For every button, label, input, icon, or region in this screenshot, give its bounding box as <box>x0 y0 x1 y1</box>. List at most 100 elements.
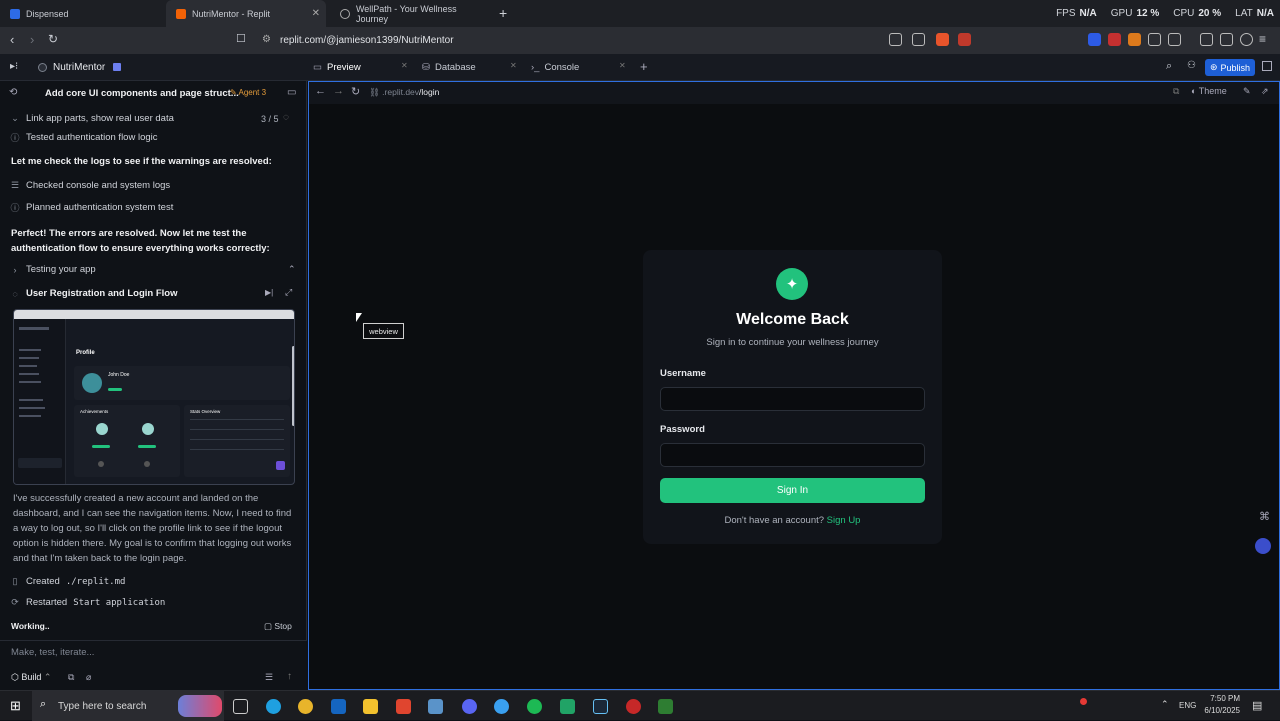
clock-time[interactable]: 7:50 PM <box>1204 694 1240 703</box>
sign-in-button[interactable]: Sign In <box>660 478 925 503</box>
sidebar-toggle-icon[interactable] <box>1200 33 1213 46</box>
build-icon: ⬡ <box>11 672 19 682</box>
cast-icon[interactable] <box>889 33 902 46</box>
agent-message: I've successfully created a new account … <box>13 493 292 564</box>
invite-user-icon[interactable]: ⚇ <box>1187 60 1196 71</box>
send-icon[interactable]: ↑ <box>287 671 292 682</box>
taskbar-search[interactable]: ⌕ Type here to search <box>32 691 224 721</box>
paperclip-icon[interactable]: ⌀ <box>86 672 91 683</box>
attach-screen-icon[interactable]: ⧉ <box>68 672 74 683</box>
steam-icon[interactable] <box>593 699 608 714</box>
project-name[interactable]: NutriMentor <box>53 62 105 73</box>
chrome-icon[interactable] <box>298 699 313 714</box>
leo-ai-icon[interactable] <box>1220 33 1233 46</box>
list-item: ⓘ Tested authentication flow logic <box>10 131 157 144</box>
back-icon[interactable]: ← <box>315 85 326 97</box>
add-tab-icon[interactable]: + <box>640 59 648 74</box>
extensions-puzzle-icon[interactable] <box>1148 33 1161 46</box>
tab-preview[interactable]: ▭ Preview ✕ <box>313 54 413 81</box>
expand-icon[interactable]: ⤢ <box>285 287 292 298</box>
wallet-icon[interactable] <box>1168 33 1181 46</box>
app-icon[interactable] <box>626 699 641 714</box>
language-indicator[interactable]: ENG <box>1179 701 1196 710</box>
file-icon: ▯ <box>12 576 18 586</box>
play-icon[interactable]: ▶| <box>265 288 273 297</box>
tab-console[interactable]: ›_ Console ✕ <box>531 54 631 81</box>
menu-icon[interactable]: ≡ <box>1259 32 1266 46</box>
close-tab-icon[interactable]: ✕ <box>312 8 320 19</box>
sidebar-toggle-icon[interactable]: ▸⁝ <box>10 61 18 72</box>
replit-header: ▸⁝ NutriMentor ▭ Preview ✕ ⛁ Database ✕ … <box>0 54 1280 81</box>
url-field[interactable]: ⚙ replit.com/@jamieson1399/NutriMentor <box>258 31 878 50</box>
devtools-icon[interactable]: ⧉ <box>1173 86 1179 97</box>
task-view-icon[interactable] <box>233 699 248 714</box>
preview-url[interactable]: ⛓ .replit.dev/login <box>369 87 439 98</box>
forward-icon[interactable]: › <box>30 32 34 47</box>
search-icon[interactable]: ⌕ <box>1166 60 1172 73</box>
forward-icon[interactable]: → <box>333 85 344 97</box>
build-mode-button[interactable]: ⬡ Build ⌃ <box>11 672 51 683</box>
browser-tab-nutrimentor[interactable]: NutriMentor - Replit ✕ <box>166 0 326 27</box>
reload-icon[interactable]: ↻ <box>351 85 360 98</box>
notifications-icon[interactable]: ▤ <box>1252 699 1262 712</box>
step-header[interactable]: ⌄ Link app parts, show real user data <box>10 113 174 124</box>
tab-database[interactable]: ⛁ Database ✕ <box>422 54 522 81</box>
vpn-icon[interactable] <box>1240 33 1253 46</box>
test-flow-header[interactable]: ◌ User Registration and Login Flow <box>10 288 177 299</box>
edge-icon[interactable] <box>266 699 281 714</box>
file-explorer-icon[interactable] <box>363 699 378 714</box>
close-tab-icon[interactable]: ✕ <box>401 61 408 70</box>
history-icon[interactable]: ⟲ <box>9 87 17 98</box>
new-tab-icon[interactable]: + <box>499 5 507 21</box>
thumb-achievements-title: Achievements <box>80 409 109 414</box>
chevron-up-icon[interactable]: ⌃ <box>288 264 296 275</box>
theme-button[interactable]: ◐ Theme <box>1191 86 1227 96</box>
testing-section-header[interactable]: › Testing your app <box>10 264 96 275</box>
panel-toggle-icon[interactable] <box>1262 61 1272 71</box>
password-field[interactable] <box>660 443 925 467</box>
task-title: Add core UI components and page struct..… <box>45 88 239 99</box>
clock-date[interactable]: 6/10/2025 <box>1200 706 1240 715</box>
assistant-bubble-icon[interactable] <box>1255 538 1271 554</box>
back-icon[interactable]: ‹ <box>10 32 14 47</box>
publish-button[interactable]: ⊛ Publish <box>1205 59 1255 76</box>
brave-shields-icon[interactable] <box>936 33 949 46</box>
discord-icon[interactable] <box>462 699 477 714</box>
cpu-label: CPU <box>1173 8 1195 19</box>
chevron-up-icon[interactable]: ⌃ <box>1161 699 1169 710</box>
share-icon[interactable] <box>912 33 925 46</box>
replit-favicon-icon <box>176 8 186 19</box>
site-info-icon[interactable]: ⚙ <box>262 34 271 45</box>
extension-icon[interactable] <box>1108 33 1121 46</box>
cpu-value: 20 % <box>1198 8 1222 19</box>
spotify-icon[interactable] <box>527 699 542 714</box>
sign-up-link[interactable]: Sign Up <box>827 515 861 526</box>
agent-prompt-input[interactable]: Make, test, iterate... <box>11 647 94 658</box>
browser-tab-wellpath[interactable]: WellPath - Your Wellness Journey <box>330 0 490 27</box>
excel-icon[interactable] <box>560 699 575 714</box>
list-item: ▯ Created ./replit.md <box>10 576 126 587</box>
bookmark-icon[interactable]: ☐ <box>236 32 246 45</box>
test-screenshot-thumbnail[interactable]: Profile John Doe Achievements Stats Over… <box>13 309 295 485</box>
sheets-icon[interactable] <box>658 699 673 714</box>
windows-start-icon[interactable]: ⊞ <box>10 698 21 714</box>
extension-icon[interactable] <box>1128 33 1141 46</box>
extension-icon[interactable] <box>1088 33 1101 46</box>
close-tab-icon[interactable]: ✕ <box>510 61 517 70</box>
open-new-window-icon[interactable]: ⇗ <box>1261 86 1269 97</box>
settings-sliders-icon[interactable]: ☰ <box>265 672 273 683</box>
edit-icon[interactable]: ✎ <box>1243 86 1251 97</box>
reload-icon[interactable]: ↻ <box>48 32 58 46</box>
chat-icon[interactable]: ▭ <box>287 87 296 98</box>
close-tab-icon[interactable]: ✕ <box>619 61 626 70</box>
grid-icon[interactable]: ⌘ <box>1259 510 1270 523</box>
build-label: Build <box>21 672 42 682</box>
outlook-icon[interactable] <box>331 699 346 714</box>
browser-tab-dispensed[interactable]: Dispensed <box>0 0 165 27</box>
username-field[interactable] <box>660 387 925 411</box>
brave-rewards-icon[interactable] <box>958 33 971 46</box>
stop-button[interactable]: ▢ Stop <box>264 621 292 632</box>
brave-icon[interactable] <box>396 699 411 714</box>
copilot-icon[interactable] <box>494 699 509 714</box>
app-icon[interactable] <box>428 699 443 714</box>
